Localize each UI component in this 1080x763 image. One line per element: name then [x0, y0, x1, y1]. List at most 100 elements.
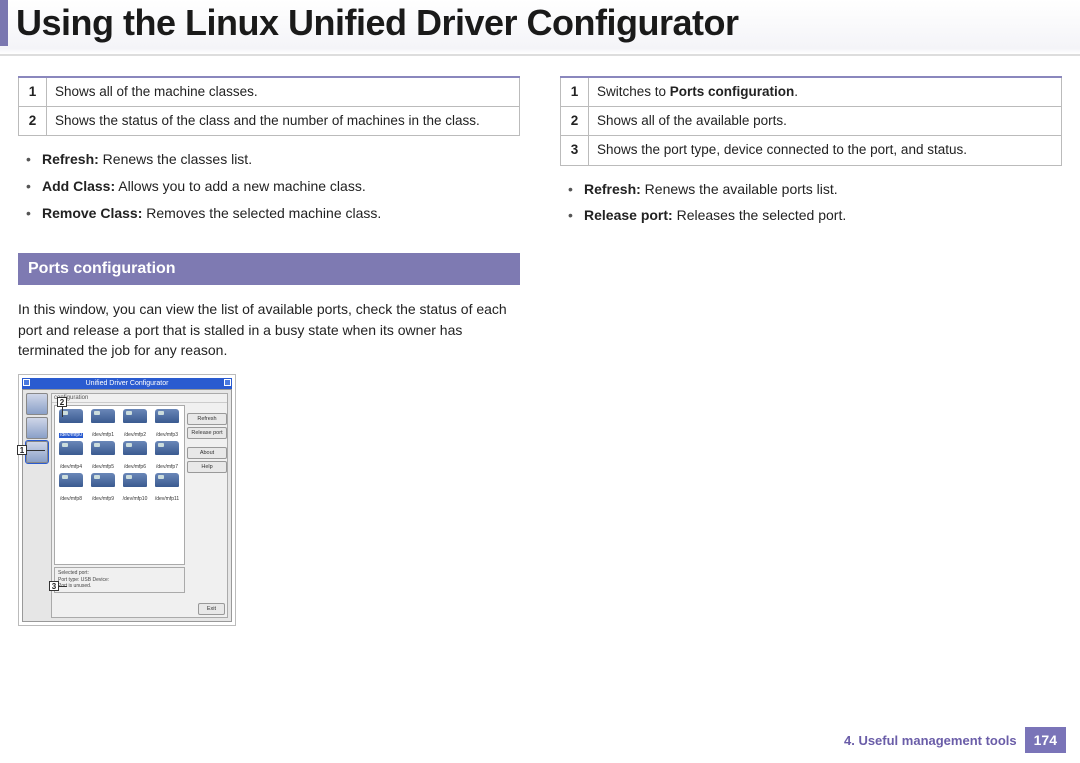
action-name: Release port:	[584, 207, 673, 223]
ports-icon	[26, 441, 48, 463]
list-item: Release port: Releases the selected port…	[566, 206, 1062, 226]
table-row: 3 Shows the port type, device connected …	[561, 136, 1062, 165]
ports-grid: /dev/mfp0 /dev/mfp1 /dev/mfp2 /dev/mfp3 …	[54, 405, 185, 565]
row-num: 2	[561, 107, 589, 136]
callout-line	[27, 450, 45, 451]
release-port-button: Release port	[187, 427, 227, 439]
port-item: /dev/mfp7	[153, 441, 181, 471]
port-item: /dev/mfp10	[121, 473, 149, 503]
port-item: /dev/mfp5	[89, 441, 117, 471]
row-desc: Shows the status of the class and the nu…	[47, 107, 520, 136]
window-menu-icon	[23, 379, 30, 386]
row-num: 3	[561, 136, 589, 165]
port-label: /dev/mfp10	[122, 497, 149, 502]
left-column: 1 Shows all of the machine classes. 2 Sh…	[18, 76, 520, 626]
action-desc: Renews the available ports list.	[641, 181, 838, 197]
callout-2: 2	[57, 397, 67, 407]
port-icon	[59, 441, 83, 455]
table-row: 2 Shows the status of the class and the …	[19, 107, 520, 136]
callout-line	[62, 407, 63, 417]
table-row: 1 Switches to Ports configuration.	[561, 77, 1062, 107]
port-icon	[91, 409, 115, 423]
list-item: Refresh: Renews the classes list.	[24, 150, 520, 170]
port-item: /dev/mfp8	[57, 473, 85, 503]
port-item: /dev/mfp11	[153, 473, 181, 503]
port-item: /dev/mfp3	[153, 409, 181, 439]
about-button: About	[187, 447, 227, 459]
port-label: /dev/mfp5	[91, 465, 115, 470]
section-heading-ports: Ports configuration	[18, 253, 520, 285]
row-num: 2	[19, 107, 47, 136]
page-footer: 4. Useful management tools 174	[844, 727, 1066, 753]
action-name: Refresh:	[584, 181, 641, 197]
port-icon	[155, 473, 179, 487]
title-accent	[0, 0, 8, 46]
table-row: 1 Shows all of the machine classes.	[19, 77, 520, 107]
chapter-label: 4. Useful management tools	[844, 733, 1017, 748]
port-label: /dev/mfp11	[154, 497, 180, 502]
right-column: 1 Switches to Ports configuration. 2 Sho…	[560, 76, 1062, 626]
port-label: /dev/mfp8	[59, 497, 83, 502]
port-label: /dev/mfp4	[59, 465, 83, 470]
selected-line2: Port is unused.	[58, 583, 181, 590]
row-desc: Shows all of the available ports.	[589, 107, 1062, 136]
refresh-button: Refresh	[187, 413, 227, 425]
row-num: 1	[561, 77, 589, 107]
classes-actions: Refresh: Renews the classes list. Add Cl…	[18, 150, 520, 223]
port-icon	[123, 409, 147, 423]
port-item: /dev/mfp1	[89, 409, 117, 439]
port-icon	[155, 441, 179, 455]
ports-table: 1 Switches to Ports configuration. 2 Sho…	[560, 76, 1062, 166]
action-name: Add Class:	[42, 178, 115, 194]
port-label: /dev/mfp7	[155, 465, 179, 470]
port-icon	[91, 441, 115, 455]
port-icon	[123, 441, 147, 455]
callout-line	[59, 586, 67, 587]
panel-label: configuration	[52, 394, 227, 403]
port-item: /dev/mfp9	[89, 473, 117, 503]
ports-screenshot: 1 2 3 Unified Driver Configurator	[18, 374, 236, 626]
panel-buttons: Refresh Release port About Help	[187, 403, 227, 595]
window-close-icon	[224, 379, 231, 386]
window-title: Unified Driver Configurator	[86, 380, 169, 387]
action-desc: Releases the selected port.	[673, 207, 847, 223]
action-name: Refresh:	[42, 151, 99, 167]
row-desc: Shows the port type, device connected to…	[589, 136, 1062, 165]
port-icon	[123, 473, 147, 487]
page-number: 174	[1025, 727, 1066, 753]
port-item: /dev/mfp6	[121, 441, 149, 471]
port-item: /dev/mfp4	[57, 441, 85, 471]
callout-1: 1	[17, 445, 27, 455]
window-titlebar: Unified Driver Configurator	[22, 378, 232, 389]
port-icon	[91, 473, 115, 487]
port-icon	[155, 409, 179, 423]
classes-icon	[26, 417, 48, 439]
main-panel: configuration /dev/mfp0 /dev/mfp1 /dev/m…	[51, 393, 228, 618]
printers-icon	[26, 393, 48, 415]
port-label: /dev/mfp9	[91, 497, 115, 502]
row-desc: Switches to Ports configuration.	[589, 77, 1062, 107]
port-label: /dev/mfp2	[123, 433, 147, 438]
sidebar	[26, 393, 48, 618]
exit-button: Exit	[198, 603, 225, 615]
action-name: Remove Class:	[42, 205, 142, 221]
port-icon	[59, 473, 83, 487]
action-desc: Allows you to add a new machine class.	[115, 178, 366, 194]
port-item: /dev/mfp2	[121, 409, 149, 439]
port-label: /dev/mfp3	[155, 433, 179, 438]
port-label: /dev/mfp6	[123, 465, 147, 470]
list-item: Remove Class: Removes the selected machi…	[24, 204, 520, 224]
help-button: Help	[187, 461, 227, 473]
table-row: 2 Shows all of the available ports.	[561, 107, 1062, 136]
list-item: Refresh: Renews the available ports list…	[566, 180, 1062, 200]
classes-table: 1 Shows all of the machine classes. 2 Sh…	[18, 76, 520, 136]
callout-3: 3	[49, 581, 59, 591]
ports-actions: Refresh: Renews the available ports list…	[560, 180, 1062, 226]
action-desc: Renews the classes list.	[99, 151, 252, 167]
row-desc: Shows all of the machine classes.	[47, 77, 520, 107]
selected-port-info: Selected port: Port type: USB Device: Po…	[54, 567, 185, 593]
row-num: 1	[19, 77, 47, 107]
list-item: Add Class: Allows you to add a new machi…	[24, 177, 520, 197]
section-description: In this window, you can view the list of…	[18, 299, 520, 360]
action-desc: Removes the selected machine class.	[142, 205, 381, 221]
